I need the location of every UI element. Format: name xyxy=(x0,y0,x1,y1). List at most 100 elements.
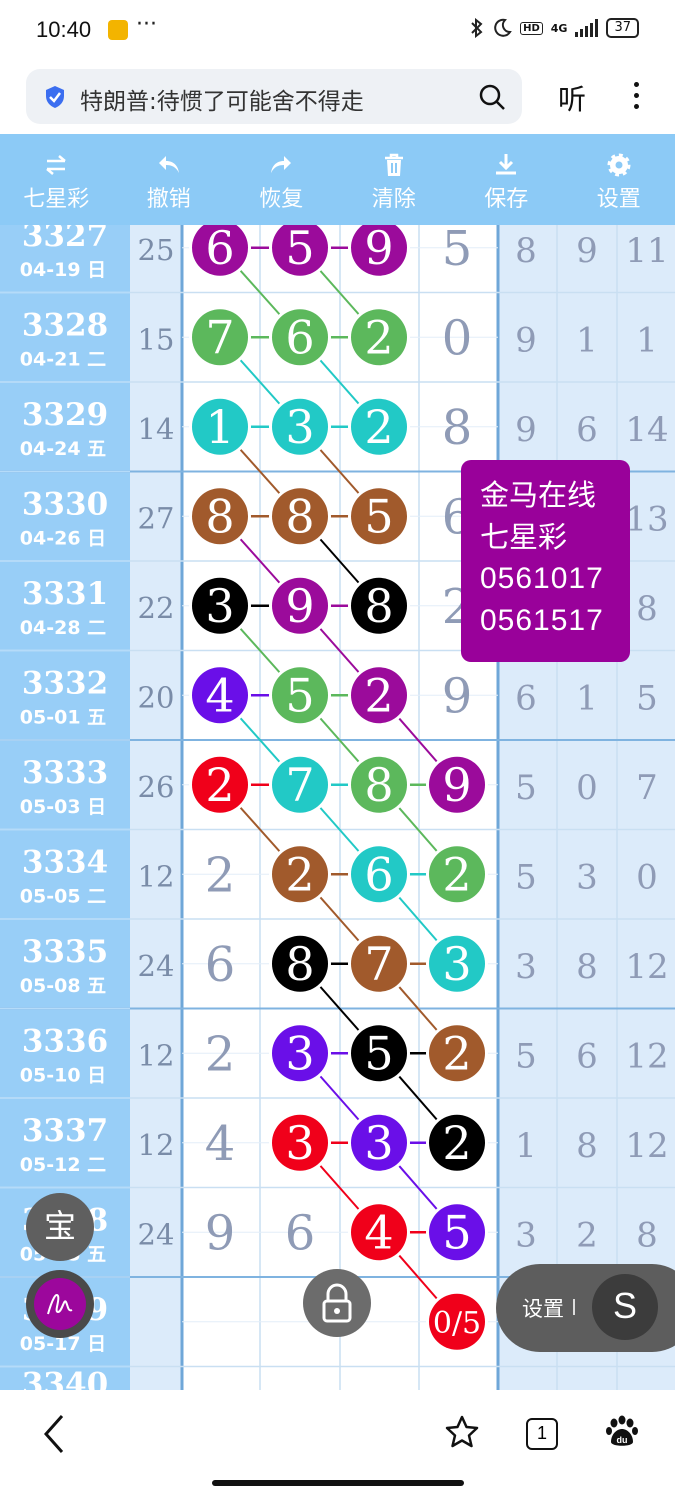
lottery-select-button[interactable]: 七星彩 xyxy=(0,134,113,225)
floating-settings-widget[interactable]: 设置 S xyxy=(496,1264,675,1352)
ball-digit: 6 xyxy=(364,847,393,901)
ball-digit: 0/5 xyxy=(433,1306,481,1341)
tail-digit: 3 xyxy=(576,857,598,897)
trend-chart[interactable]: 3327 04-19 日 25 5 8 9 11 6 5 9 3328 04-21 二 15 0 9 1 1 7 6… xyxy=(0,225,675,1390)
download-icon xyxy=(496,154,517,175)
listen-button[interactable]: 听 xyxy=(558,78,586,118)
settings-button[interactable]: 设置 xyxy=(563,134,675,225)
sum-value: 20 xyxy=(138,680,175,714)
ball-digit: 3 xyxy=(442,937,471,991)
advertisement-box[interactable]: 金马在线 七星彩 0561017 0561517 xyxy=(461,460,630,662)
ad-phone-1: 0561017 xyxy=(480,562,604,595)
tail-digit: 3 xyxy=(515,947,537,987)
tail-digit: 8 xyxy=(636,589,658,629)
ball-digit: 3 xyxy=(285,400,314,454)
ball-digit: 3 xyxy=(285,1026,314,1080)
redo-icon xyxy=(271,156,292,173)
gear-icon xyxy=(607,153,631,177)
tail-digit: 1 xyxy=(576,678,598,718)
back-icon[interactable] xyxy=(40,1412,70,1456)
ball-digit: 2 xyxy=(442,1116,471,1170)
toolbar-label: 清除 xyxy=(371,187,416,212)
issue-date: 04-24 五 xyxy=(20,438,106,460)
sum-value: 24 xyxy=(138,1217,175,1251)
shield-icon xyxy=(46,86,64,108)
issue-number: 3335 xyxy=(22,934,108,970)
ball-digit: 7 xyxy=(285,758,314,812)
divider xyxy=(573,1299,575,1315)
ball-digit: 7 xyxy=(364,937,393,991)
tail-digit: 8 xyxy=(576,947,598,987)
search-bar[interactable]: 特朗普:待惯了可能舍不得走 xyxy=(26,69,522,124)
undo-icon xyxy=(158,156,179,173)
sum-value: 25 xyxy=(138,233,175,267)
ball-digit: 5 xyxy=(285,668,314,722)
tail-digit: 14 xyxy=(625,410,668,450)
star-icon[interactable] xyxy=(444,1414,480,1450)
ad-phone-2: 0561517 xyxy=(480,604,604,637)
search-icon[interactable] xyxy=(478,83,506,111)
tail-digit: 6 xyxy=(576,1036,598,1076)
tail-digit: 6 xyxy=(576,410,598,450)
clear-button[interactable]: 清除 xyxy=(338,134,451,225)
lock-button[interactable] xyxy=(303,1269,371,1337)
issue-number: 3337 xyxy=(22,1113,108,1149)
more-menu-icon[interactable] xyxy=(630,78,642,114)
ball-digit: 5 xyxy=(364,1026,393,1080)
redo-button[interactable]: 恢复 xyxy=(225,134,338,225)
issue-date: 05-01 五 xyxy=(20,706,106,728)
ball-digit: 2 xyxy=(364,400,393,454)
tail-digit: 5 xyxy=(636,678,658,718)
ad-title: 金马在线 xyxy=(480,478,597,512)
tail-digit: 7 xyxy=(636,768,658,808)
tail-digit: 11 xyxy=(625,231,668,271)
notes-app-icon xyxy=(108,20,128,40)
treasure-float-button[interactable]: 宝 xyxy=(26,1193,94,1261)
ball-digit: 2 xyxy=(442,847,471,901)
issue-number: 3340 xyxy=(22,1367,108,1391)
ball-digit: 5 xyxy=(364,489,393,543)
signature-float-button[interactable] xyxy=(26,1270,94,1338)
floating-settings-label[interactable]: 设置 xyxy=(522,1293,564,1323)
sum-value: 12 xyxy=(138,1128,175,1162)
tail-digit: 5 xyxy=(515,768,537,808)
tail-digit: 2 xyxy=(576,1215,598,1255)
tail-digit: 8 xyxy=(636,1215,658,1255)
issue-number: 3331 xyxy=(22,576,108,612)
trend-chart-canvas[interactable]: 332704-19 日25 5 8 9 116 5 9332804-21 二15 0 9 1 17 6… xyxy=(0,225,675,1390)
s-logo-button[interactable]: S xyxy=(592,1274,658,1340)
issue-number: 3334 xyxy=(22,844,108,880)
ball-digit: 8 xyxy=(285,937,314,991)
save-button[interactable]: 保存 xyxy=(450,134,563,225)
plain-digit: 8 xyxy=(442,400,473,456)
issue-number: 3333 xyxy=(22,755,108,791)
more-notifications-icon: ··· xyxy=(136,12,157,37)
search-query[interactable]: 特朗普:待惯了可能舍不得走 xyxy=(80,82,364,116)
tabs-count-button[interactable]: 1 xyxy=(526,1418,558,1450)
ball-digit: 3 xyxy=(364,1116,393,1170)
toolbar-label: 设置 xyxy=(596,187,641,212)
issue-date: 05-10 日 xyxy=(20,1064,106,1086)
tail-digit: 6 xyxy=(515,678,537,718)
clock: 10:40 xyxy=(36,17,92,42)
tail-digit: 1 xyxy=(636,320,658,360)
plain-digit: 0 xyxy=(442,310,473,366)
tail-digit: 8 xyxy=(515,231,537,271)
ball-digit: 4 xyxy=(205,668,234,722)
sum-value: 27 xyxy=(138,501,175,535)
sum-value: 12 xyxy=(138,1038,175,1072)
signal-icon xyxy=(575,19,599,37)
gesture-handle xyxy=(212,1480,464,1486)
ball-digit: 2 xyxy=(364,668,393,722)
sum-column-bg xyxy=(130,225,182,1390)
tail-digit: 8 xyxy=(576,1126,598,1166)
undo-button[interactable]: 撤销 xyxy=(113,134,226,225)
tail-digit: 12 xyxy=(625,1126,668,1166)
tail-digit: 0 xyxy=(576,768,598,808)
issue-number: 3330 xyxy=(22,486,108,522)
ball-digit: 5 xyxy=(285,225,314,275)
paw-icon[interactable]: du xyxy=(604,1414,640,1450)
plain-digit: 2 xyxy=(205,1026,236,1082)
ball-digit: 9 xyxy=(285,579,314,633)
issue-date: 05-05 二 xyxy=(20,885,106,907)
